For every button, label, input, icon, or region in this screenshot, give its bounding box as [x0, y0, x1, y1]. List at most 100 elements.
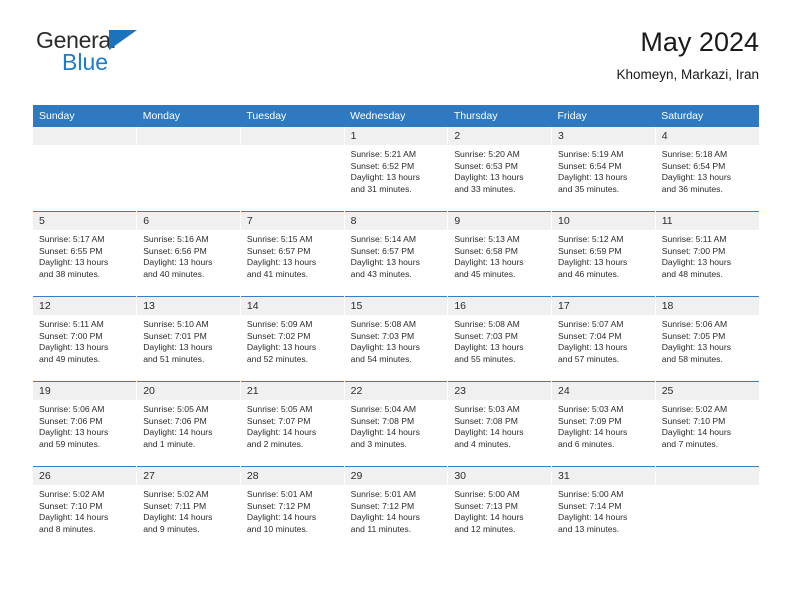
day-number: 29 [344, 467, 448, 485]
sunset-time: Sunset: 6:57 PM [350, 245, 415, 256]
sunset-time: Sunset: 6:52 PM [350, 160, 415, 171]
sunset-time: Sunset: 7:08 PM [350, 415, 415, 426]
day-cell-inner: 28 Sunrise: 5:01 AM Sunset: 7:12 PM Dayligh… [240, 467, 344, 551]
sunset-time: Sunset: 7:07 PM [246, 415, 311, 426]
calendar-day-cell[interactable]: 1 Sunrise: 5:21 AM Sunset: 6:52 PM Daylight… [344, 127, 449, 212]
sunset-time: Sunset: 7:10 PM [661, 415, 726, 426]
calendar-day-cell[interactable]: 13 Sunrise: 5:10 AM Sunset: 7:01 PM Dayligh… [136, 296, 241, 382]
day-details: Sunrise: 5:05 AM Sunset: 7:06 PM Daylight:… [137, 400, 240, 450]
calendar-day-cell[interactable]: 21 Sunrise: 5:05 AM Sunset: 7:07 PM Dayligh… [240, 381, 345, 467]
daylight-duration-line1: Daylight: 13 hours [661, 257, 731, 268]
sunrise-time: Sunrise: 5:09 AM [246, 319, 313, 329]
day-details: Sunrise: 5:01 AM Sunset: 7:12 PM Daylight:… [241, 485, 344, 535]
sunrise-time: Sunrise: 5:03 AM [454, 404, 520, 414]
sunset-time: Sunset: 7:14 PM [558, 500, 622, 511]
daylight-duration-line2: and 1 minute. [143, 438, 196, 449]
weekday-header-friday: Friday [551, 105, 656, 127]
calendar-day-cell[interactable]: 14 Sunrise: 5:09 AM Sunset: 7:02 PM Dayligh… [240, 296, 345, 382]
calendar-day-cell[interactable]: 29 Sunrise: 5:01 AM Sunset: 7:12 PM Dayligh… [344, 466, 449, 551]
day-cell-inner: 11 Sunrise: 5:11 AM Sunset: 7:00 PM Dayligh… [655, 212, 759, 296]
calendar-day-cell[interactable]: 3 Sunrise: 5:19 AM Sunset: 6:54 PM Daylight… [551, 127, 656, 212]
daylight-duration-line2: and 2 minutes. [246, 438, 304, 449]
title-block: May 2024 Khomeyn, Markazi, Iran [616, 26, 759, 85]
day-number: 22 [344, 382, 448, 400]
day-number: 10 [552, 212, 655, 230]
sunset-time: Sunset: 6:59 PM [558, 245, 622, 256]
day-number: 4 [655, 127, 759, 145]
daylight-duration-line2: and 7 minutes. [661, 438, 719, 449]
daylight-duration-line1: Daylight: 14 hours [143, 512, 213, 523]
calendar-day-cell[interactable]: 16 Sunrise: 5:08 AM Sunset: 7:03 PM Dayligh… [447, 296, 553, 382]
sunset-time: Sunset: 7:09 PM [558, 415, 622, 426]
calendar-day-cell[interactable]: 12 Sunrise: 5:11 AM Sunset: 7:00 PM Dayligh… [33, 296, 138, 382]
calendar-day-cell[interactable]: 24 Sunrise: 5:03 AM Sunset: 7:09 PM Dayligh… [551, 381, 656, 467]
day-cell-inner [137, 127, 240, 211]
day-details: Sunrise: 5:21 AM Sunset: 6:52 PM Daylight:… [345, 145, 448, 195]
day-number: 31 [552, 467, 655, 485]
day-cell-inner: 7 Sunrise: 5:15 AM Sunset: 6:57 PM Daylight… [240, 212, 344, 296]
day-details: Sunrise: 5:13 AM Sunset: 6:58 PM Daylight:… [448, 230, 551, 280]
calendar-day-cell[interactable]: 2 Sunrise: 5:20 AM Sunset: 6:53 PM Daylight… [447, 127, 553, 212]
day-cell-inner [33, 127, 137, 211]
daylight-duration-line2: and 54 minutes. [350, 353, 412, 364]
general-blue-logo[interactable]: General Blue [33, 26, 233, 82]
calendar-day-cell[interactable]: 23 Sunrise: 5:03 AM Sunset: 7:08 PM Dayligh… [447, 381, 553, 467]
day-cell-inner: 6 Sunrise: 5:16 AM Sunset: 6:56 PM Daylight… [137, 212, 240, 296]
day-number [33, 127, 137, 145]
calendar-day-cell[interactable]: 4 Sunrise: 5:18 AM Sunset: 6:54 PM Daylight… [655, 127, 759, 212]
calendar-day-cell[interactable]: 30 Sunrise: 5:00 AM Sunset: 7:13 PM Dayligh… [447, 466, 553, 551]
calendar-day-cell[interactable]: 7 Sunrise: 5:15 AM Sunset: 6:57 PM Daylight… [240, 211, 345, 297]
page-header: General Blue May 2024 Khomeyn, Markazi, … [33, 26, 759, 96]
calendar-day-cell[interactable]: 31 Sunrise: 5:00 AM Sunset: 7:14 PM Dayligh… [551, 466, 656, 551]
calendar-day-cell[interactable]: 19 Sunrise: 5:06 AM Sunset: 7:06 PM Dayligh… [33, 381, 138, 467]
daylight-duration-line1: Daylight: 13 hours [661, 172, 731, 183]
day-number: 14 [240, 297, 344, 315]
calendar-day-cell[interactable]: 9 Sunrise: 5:13 AM Sunset: 6:58 PM Daylight… [447, 211, 553, 297]
daylight-duration-line1: Daylight: 13 hours [39, 257, 109, 268]
sunset-time: Sunset: 7:08 PM [454, 415, 518, 426]
sunset-time: Sunset: 6:56 PM [143, 245, 207, 256]
calendar-day-cell[interactable]: 28 Sunrise: 5:01 AM Sunset: 7:12 PM Dayligh… [240, 466, 345, 551]
sunset-time: Sunset: 7:06 PM [39, 415, 103, 426]
daylight-duration-line1: Daylight: 13 hours [350, 257, 420, 268]
daylight-duration-line2: and 46 minutes. [558, 268, 620, 279]
daylight-duration-line2: and 52 minutes. [246, 353, 309, 364]
calendar-day-cell[interactable]: 10 Sunrise: 5:12 AM Sunset: 6:59 PM Dayligh… [551, 211, 656, 297]
weekday-header-monday: Monday [136, 105, 241, 127]
calendar-day-cell[interactable]: 11 Sunrise: 5:11 AM Sunset: 7:00 PM Dayligh… [655, 211, 759, 297]
calendar-day-cell[interactable]: 6 Sunrise: 5:16 AM Sunset: 6:56 PM Daylight… [136, 211, 241, 297]
calendar-day-cell[interactable]: 22 Sunrise: 5:04 AM Sunset: 7:08 PM Dayligh… [344, 381, 449, 467]
sunset-time: Sunset: 7:01 PM [143, 330, 207, 341]
day-number: 2 [448, 127, 552, 145]
calendar-day-cell[interactable]: 15 Sunrise: 5:08 AM Sunset: 7:03 PM Dayligh… [344, 296, 449, 382]
calendar-day-cell[interactable]: 5 Sunrise: 5:17 AM Sunset: 6:55 PM Daylight… [33, 211, 138, 297]
day-details: Sunrise: 5:05 AM Sunset: 7:07 PM Daylight:… [241, 400, 344, 450]
calendar-day-cell[interactable]: 26 Sunrise: 5:02 AM Sunset: 7:10 PM Dayligh… [33, 466, 138, 551]
calendar-day-cell[interactable]: 18 Sunrise: 5:06 AM Sunset: 7:05 PM Dayligh… [655, 296, 759, 382]
calendar-week-row: 12 Sunrise: 5:11 AM Sunset: 7:00 PM Dayligh… [33, 296, 759, 382]
daylight-duration-line2: and 49 minutes. [39, 353, 101, 364]
sunrise-time: Sunrise: 5:15 AM [246, 234, 313, 244]
day-cell-inner: 4 Sunrise: 5:18 AM Sunset: 6:54 PM Daylight… [655, 127, 759, 211]
calendar-day-cell[interactable]: 20 Sunrise: 5:05 AM Sunset: 7:06 PM Dayligh… [136, 381, 241, 467]
calendar-day-cell[interactable]: 8 Sunrise: 5:14 AM Sunset: 6:57 PM Daylight… [344, 211, 449, 297]
day-number [240, 127, 344, 145]
sunset-time: Sunset: 7:12 PM [246, 500, 311, 511]
daylight-duration-line1: Daylight: 13 hours [143, 257, 213, 268]
sunrise-time: Sunrise: 5:16 AM [143, 234, 209, 244]
calendar-day-cell[interactable]: 27 Sunrise: 5:02 AM Sunset: 7:11 PM Dayligh… [136, 466, 241, 551]
sunset-time: Sunset: 7:00 PM [661, 245, 726, 256]
calendar-day-cell[interactable]: 17 Sunrise: 5:07 AM Sunset: 7:04 PM Dayligh… [551, 296, 656, 382]
daylight-duration-line2: and 59 minutes. [39, 438, 101, 449]
daylight-duration-line1: Daylight: 13 hours [454, 342, 524, 353]
daylight-duration-line1: Daylight: 13 hours [350, 172, 420, 183]
day-details: Sunrise: 5:08 AM Sunset: 7:03 PM Daylight:… [448, 315, 551, 365]
day-cell-inner: 23 Sunrise: 5:03 AM Sunset: 7:08 PM Dayligh… [448, 382, 552, 466]
calendar-day-cell[interactable]: 25 Sunrise: 5:02 AM Sunset: 7:10 PM Dayligh… [655, 381, 759, 467]
daylight-duration-line1: Daylight: 13 hours [39, 427, 109, 438]
daylight-duration-line1: Daylight: 14 hours [246, 427, 317, 438]
page-title: May 2024 [640, 27, 759, 57]
sunrise-time: Sunrise: 5:06 AM [39, 404, 105, 414]
day-details: Sunrise: 5:07 AM Sunset: 7:04 PM Daylight:… [552, 315, 655, 365]
weekday-header-saturday: Saturday [655, 105, 759, 127]
